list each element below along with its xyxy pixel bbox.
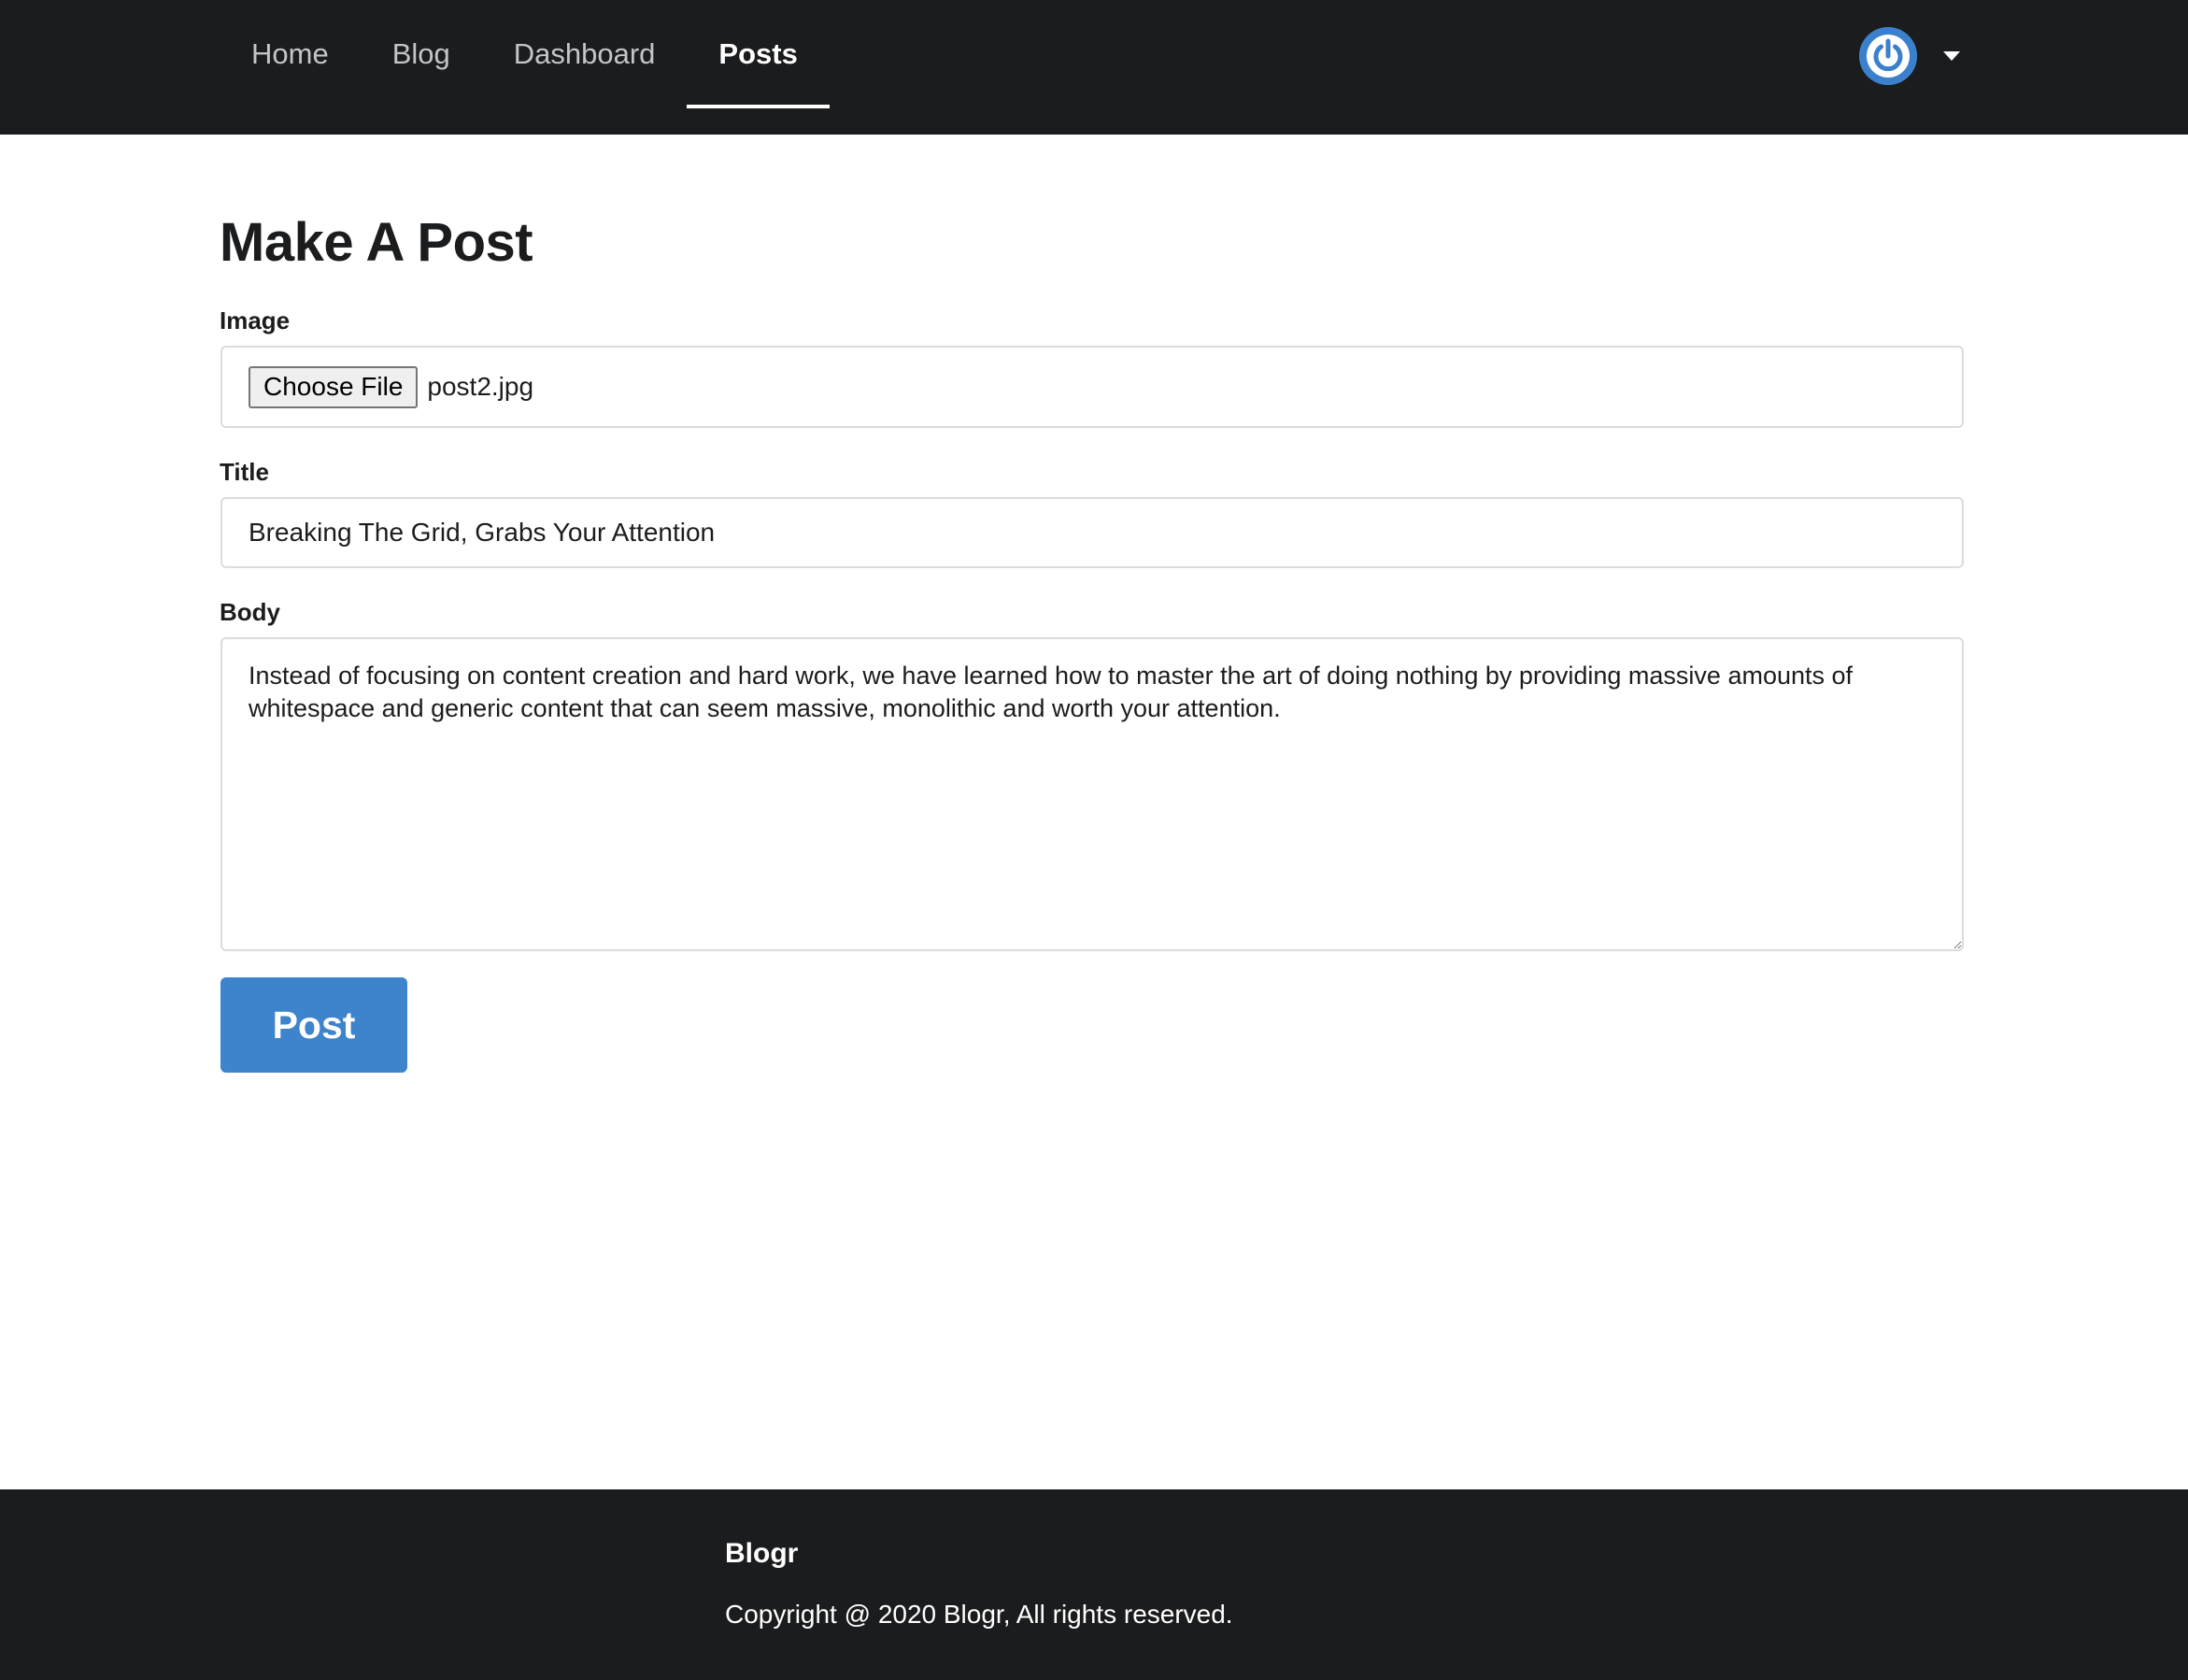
nav-link-blog[interactable]: Blog <box>361 0 482 108</box>
nav-links: Home Blog Dashboard Posts <box>220 0 831 135</box>
body-label: Body <box>220 598 280 626</box>
page: Home Blog Dashboard Posts Make A Post Im… <box>0 0 2188 1680</box>
image-file-input[interactable]: Choose File post2.jpg <box>220 346 1964 428</box>
body-textarea[interactable]: Instead of focusing on content creation … <box>220 637 1964 951</box>
nav-link-posts[interactable]: Posts <box>687 0 831 108</box>
post-button[interactable]: Post <box>220 977 407 1073</box>
nav-link-home[interactable]: Home <box>220 0 361 108</box>
selected-file-name: post2.jpg <box>427 372 534 401</box>
footer-copyright: Copyright @ 2020 Blogr, All rights reser… <box>725 1600 1233 1629</box>
title-label: Title <box>220 458 269 486</box>
navbar: Home Blog Dashboard Posts <box>0 0 2188 135</box>
page-title: Make A Post <box>220 212 533 273</box>
title-input[interactable] <box>220 497 1964 568</box>
nav-link-dashboard[interactable]: Dashboard <box>482 0 688 108</box>
footer-brand: Blogr <box>725 1538 799 1569</box>
choose-file-button[interactable]: Choose File <box>249 365 419 408</box>
footer: Blogr Copyright @ 2020 Blogr, All rights… <box>0 1489 2188 1680</box>
caret-down-icon[interactable] <box>1943 51 1960 61</box>
user-menu[interactable] <box>1859 26 1960 86</box>
power-icon[interactable] <box>1859 27 1917 85</box>
image-label: Image <box>220 306 291 335</box>
